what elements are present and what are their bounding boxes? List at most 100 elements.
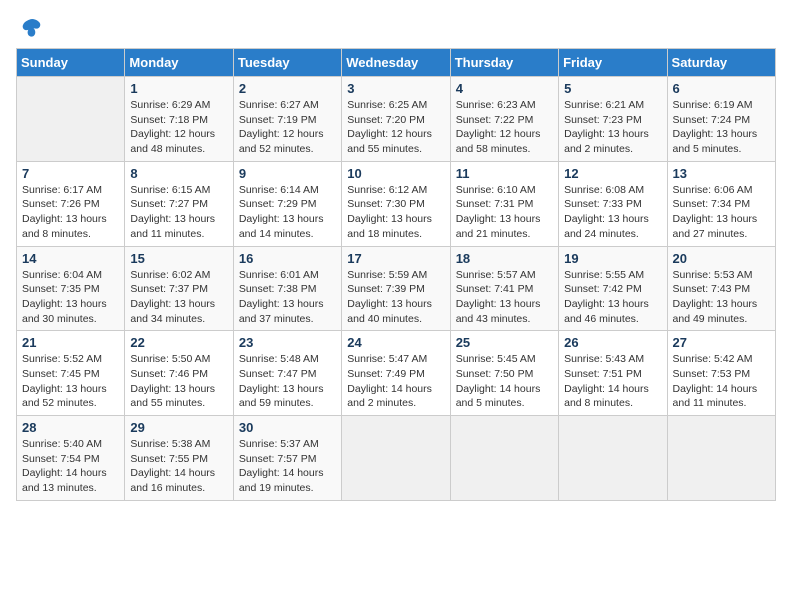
calendar-week-row: 7Sunrise: 6:17 AMSunset: 7:26 PMDaylight… [17, 161, 776, 246]
day-number: 24 [347, 335, 444, 350]
day-info: Sunrise: 6:15 AMSunset: 7:27 PMDaylight:… [130, 183, 227, 242]
calendar-header-thursday: Thursday [450, 49, 558, 77]
calendar-table: SundayMondayTuesdayWednesdayThursdayFrid… [16, 48, 776, 501]
day-info: Sunrise: 6:10 AMSunset: 7:31 PMDaylight:… [456, 183, 553, 242]
calendar-header-tuesday: Tuesday [233, 49, 341, 77]
calendar-cell: 19 Sunrise: 5:55 AMSunset: 7:42 PMDayligh… [559, 246, 667, 331]
calendar-week-row: 28 Sunrise: 5:40 AMSunset: 7:54 PMDayligh… [17, 416, 776, 501]
day-number: 5 [564, 81, 661, 96]
day-number: 25 [456, 335, 553, 350]
day-number: 28 [22, 420, 119, 435]
day-number: 17 [347, 251, 444, 266]
day-number: 8 [130, 166, 227, 181]
day-number: 7 [22, 166, 119, 181]
day-info: Sunrise: 5:53 AMSunset: 7:43 PMDaylight:… [673, 268, 770, 327]
calendar-header-saturday: Saturday [667, 49, 775, 77]
calendar-week-row: 1 Sunrise: 6:29 AMSunset: 7:18 PMDaylight… [17, 77, 776, 162]
day-number: 27 [673, 335, 770, 350]
day-info: Sunrise: 6:27 AMSunset: 7:19 PMDaylight:… [239, 98, 336, 157]
calendar-week-row: 21 Sunrise: 5:52 AMSunset: 7:45 PMDayligh… [17, 331, 776, 416]
day-number: 13 [673, 166, 770, 181]
calendar-cell: 5 Sunrise: 6:21 AMSunset: 7:23 PMDaylight… [559, 77, 667, 162]
calendar-cell [17, 77, 125, 162]
calendar-header-row: SundayMondayTuesdayWednesdayThursdayFrid… [17, 49, 776, 77]
day-number: 3 [347, 81, 444, 96]
day-info: Sunrise: 6:21 AMSunset: 7:23 PMDaylight:… [564, 98, 661, 157]
calendar-cell: 24 Sunrise: 5:47 AMSunset: 7:49 PMDayligh… [342, 331, 450, 416]
day-number: 20 [673, 251, 770, 266]
day-info: Sunrise: 6:14 AMSunset: 7:29 PMDaylight:… [239, 183, 336, 242]
day-info: Sunrise: 5:48 AMSunset: 7:47 PMDaylight:… [239, 352, 336, 411]
day-info: Sunrise: 6:23 AMSunset: 7:22 PMDaylight:… [456, 98, 553, 157]
calendar-cell [342, 416, 450, 501]
calendar-cell: 18 Sunrise: 5:57 AMSunset: 7:41 PMDayligh… [450, 246, 558, 331]
page-header [16, 16, 776, 40]
calendar-cell: 3 Sunrise: 6:25 AMSunset: 7:20 PMDaylight… [342, 77, 450, 162]
day-number: 19 [564, 251, 661, 266]
calendar-cell: 22 Sunrise: 5:50 AMSunset: 7:46 PMDayligh… [125, 331, 233, 416]
calendar-cell: 29 Sunrise: 5:38 AMSunset: 7:55 PMDayligh… [125, 416, 233, 501]
day-info: Sunrise: 6:02 AMSunset: 7:37 PMDaylight:… [130, 268, 227, 327]
calendar-cell: 6 Sunrise: 6:19 AMSunset: 7:24 PMDaylight… [667, 77, 775, 162]
calendar-cell: 15Sunrise: 6:02 AMSunset: 7:37 PMDayligh… [125, 246, 233, 331]
calendar-header-monday: Monday [125, 49, 233, 77]
day-number: 26 [564, 335, 661, 350]
day-info: Sunrise: 5:43 AMSunset: 7:51 PMDaylight:… [564, 352, 661, 411]
day-info: Sunrise: 5:47 AMSunset: 7:49 PMDaylight:… [347, 352, 444, 411]
day-number: 14 [22, 251, 119, 266]
day-info: Sunrise: 5:59 AMSunset: 7:39 PMDaylight:… [347, 268, 444, 327]
calendar-cell: 21 Sunrise: 5:52 AMSunset: 7:45 PMDayligh… [17, 331, 125, 416]
calendar-header-wednesday: Wednesday [342, 49, 450, 77]
day-info: Sunrise: 5:55 AMSunset: 7:42 PMDaylight:… [564, 268, 661, 327]
day-info: Sunrise: 5:52 AMSunset: 7:45 PMDaylight:… [22, 352, 119, 411]
day-info: Sunrise: 5:37 AMSunset: 7:57 PMDaylight:… [239, 437, 336, 496]
calendar-cell: 4 Sunrise: 6:23 AMSunset: 7:22 PMDaylight… [450, 77, 558, 162]
calendar-cell: 27Sunrise: 5:42 AMSunset: 7:53 PMDayligh… [667, 331, 775, 416]
calendar-cell: 16Sunrise: 6:01 AMSunset: 7:38 PMDayligh… [233, 246, 341, 331]
day-number: 2 [239, 81, 336, 96]
calendar-cell: 8 Sunrise: 6:15 AMSunset: 7:27 PMDaylight… [125, 161, 233, 246]
day-info: Sunrise: 6:06 AMSunset: 7:34 PMDaylight:… [673, 183, 770, 242]
day-number: 11 [456, 166, 553, 181]
day-info: Sunrise: 6:01 AMSunset: 7:38 PMDaylight:… [239, 268, 336, 327]
day-info: Sunrise: 5:38 AMSunset: 7:55 PMDaylight:… [130, 437, 227, 496]
logo-bird-icon [18, 16, 42, 40]
day-info: Sunrise: 6:04 AMSunset: 7:35 PMDaylight:… [22, 268, 119, 327]
day-number: 12 [564, 166, 661, 181]
day-number: 4 [456, 81, 553, 96]
calendar-week-row: 14 Sunrise: 6:04 AMSunset: 7:35 PMDayligh… [17, 246, 776, 331]
calendar-cell: 30 Sunrise: 5:37 AMSunset: 7:57 PMDayligh… [233, 416, 341, 501]
day-number: 21 [22, 335, 119, 350]
calendar-cell: 11 Sunrise: 6:10 AMSunset: 7:31 PMDayligh… [450, 161, 558, 246]
calendar-header-friday: Friday [559, 49, 667, 77]
logo [16, 16, 42, 40]
day-number: 23 [239, 335, 336, 350]
calendar-cell: 1 Sunrise: 6:29 AMSunset: 7:18 PMDaylight… [125, 77, 233, 162]
day-info: Sunrise: 5:57 AMSunset: 7:41 PMDaylight:… [456, 268, 553, 327]
day-number: 6 [673, 81, 770, 96]
calendar-cell: 12 Sunrise: 6:08 AMSunset: 7:33 PMDayligh… [559, 161, 667, 246]
day-info: Sunrise: 6:29 AMSunset: 7:18 PMDaylight:… [130, 98, 227, 157]
calendar-cell: 20 Sunrise: 5:53 AMSunset: 7:43 PMDayligh… [667, 246, 775, 331]
calendar-cell: 7Sunrise: 6:17 AMSunset: 7:26 PMDaylight… [17, 161, 125, 246]
day-info: Sunrise: 6:12 AMSunset: 7:30 PMDaylight:… [347, 183, 444, 242]
day-number: 29 [130, 420, 227, 435]
day-info: Sunrise: 5:45 AMSunset: 7:50 PMDaylight:… [456, 352, 553, 411]
day-number: 18 [456, 251, 553, 266]
day-number: 1 [130, 81, 227, 96]
day-info: Sunrise: 6:08 AMSunset: 7:33 PMDaylight:… [564, 183, 661, 242]
day-info: Sunrise: 6:25 AMSunset: 7:20 PMDaylight:… [347, 98, 444, 157]
day-number: 22 [130, 335, 227, 350]
calendar-cell: 28 Sunrise: 5:40 AMSunset: 7:54 PMDayligh… [17, 416, 125, 501]
calendar-cell: 17 Sunrise: 5:59 AMSunset: 7:39 PMDayligh… [342, 246, 450, 331]
day-info: Sunrise: 5:40 AMSunset: 7:54 PMDaylight:… [22, 437, 119, 496]
day-info: Sunrise: 5:50 AMSunset: 7:46 PMDaylight:… [130, 352, 227, 411]
day-number: 30 [239, 420, 336, 435]
calendar-cell [667, 416, 775, 501]
calendar-cell: 14 Sunrise: 6:04 AMSunset: 7:35 PMDayligh… [17, 246, 125, 331]
calendar-cell [450, 416, 558, 501]
calendar-cell: 26 Sunrise: 5:43 AMSunset: 7:51 PMDayligh… [559, 331, 667, 416]
day-number: 9 [239, 166, 336, 181]
day-info: Sunrise: 6:19 AMSunset: 7:24 PMDaylight:… [673, 98, 770, 157]
calendar-cell: 9 Sunrise: 6:14 AMSunset: 7:29 PMDaylight… [233, 161, 341, 246]
